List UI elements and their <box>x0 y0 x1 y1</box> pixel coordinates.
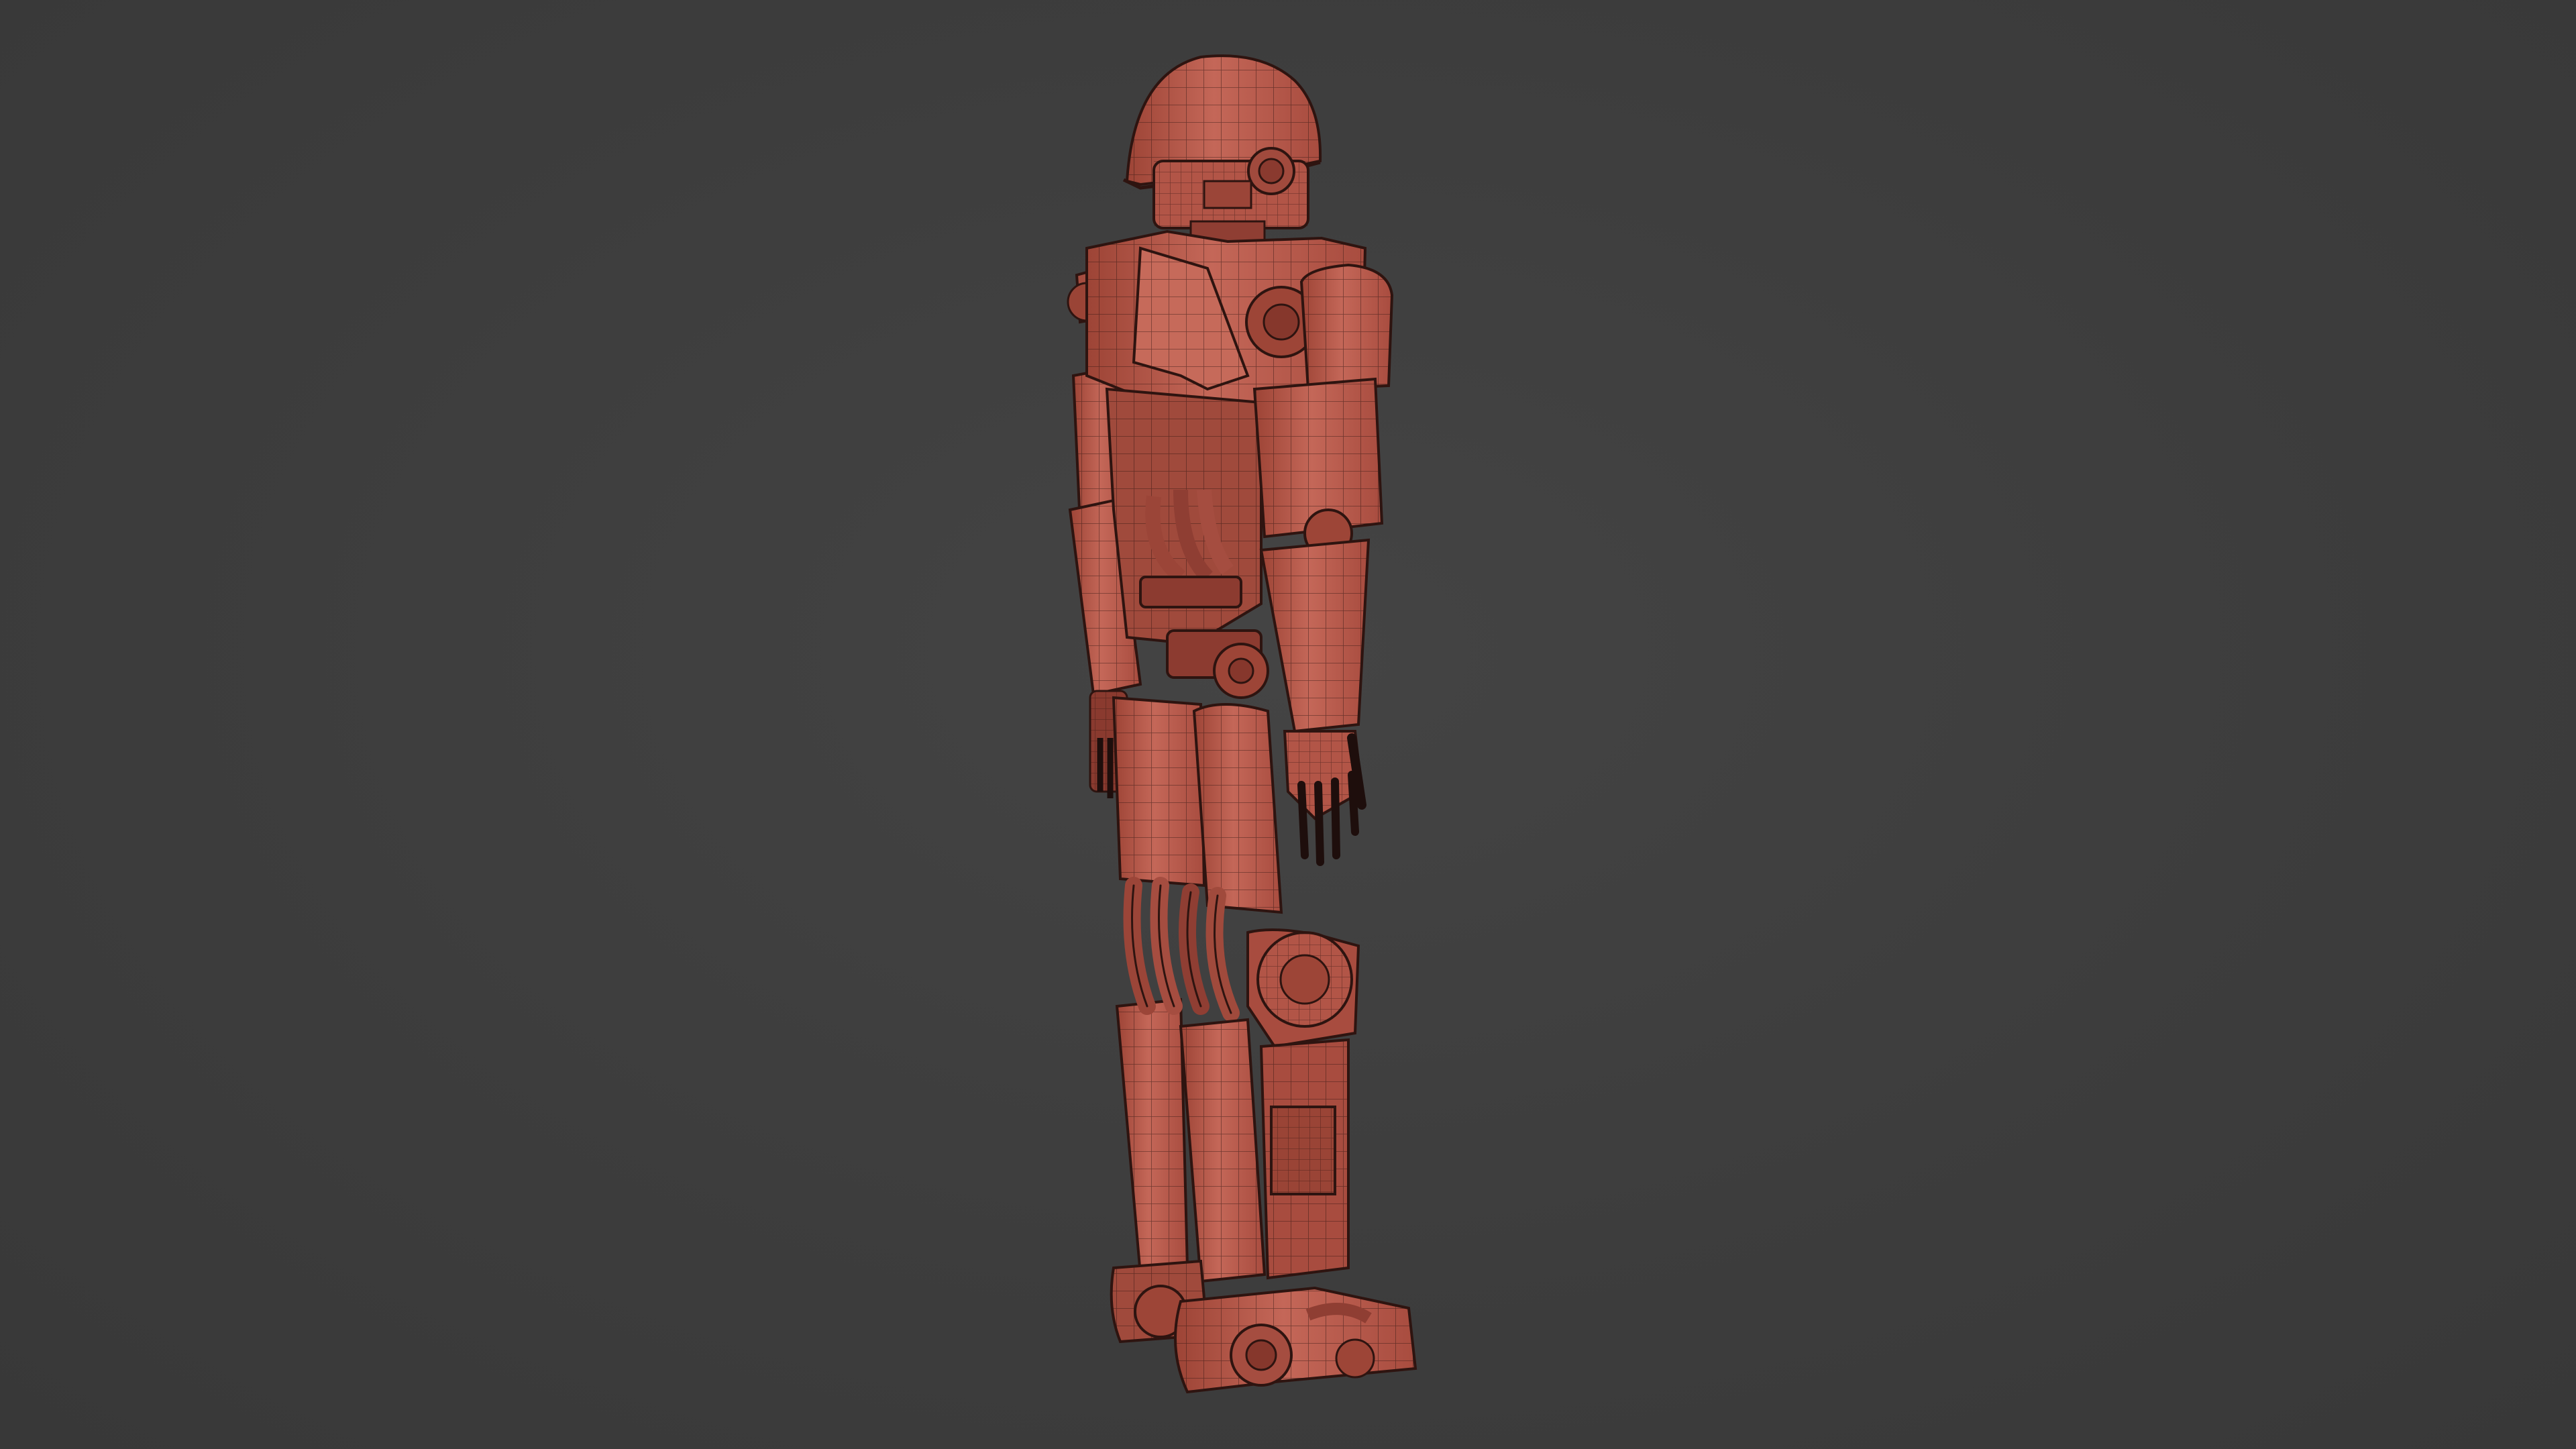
front-hand <box>1283 730 1366 866</box>
front-shoulder <box>1299 263 1394 391</box>
3d-viewport[interactable] <box>0 0 2576 1449</box>
head <box>1152 147 1309 229</box>
knee-joint <box>1246 928 1360 1049</box>
front-foot <box>1174 1286 1417 1394</box>
knee-pistons <box>1123 877 1240 1022</box>
robot-model[interactable] <box>0 0 2576 1449</box>
front-shin <box>1179 1018 1350 1283</box>
front-thigh <box>1192 703 1283 914</box>
